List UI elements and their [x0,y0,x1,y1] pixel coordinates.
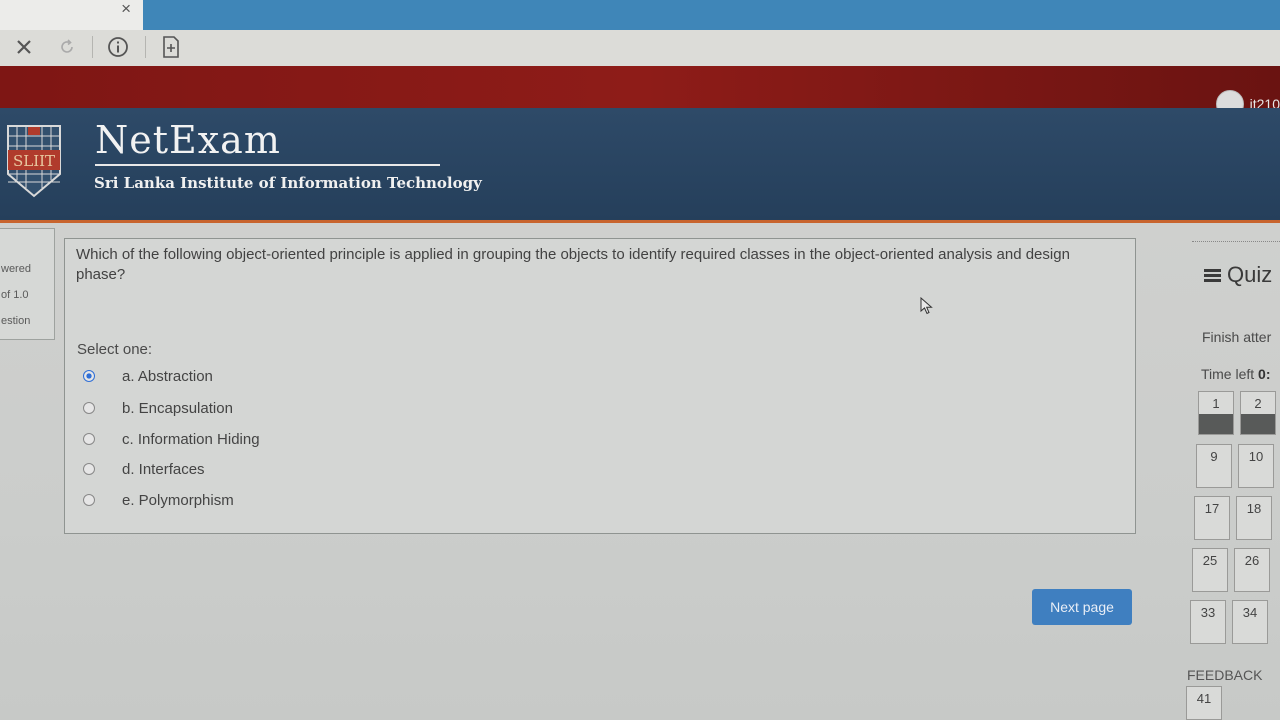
option-label[interactable]: c. Information Hiding [122,431,260,448]
select-prompt: Select one: [77,341,153,358]
radio-button[interactable] [83,494,95,506]
timer-label: Time left [1201,366,1255,382]
timer: Time left 0: [1201,366,1271,382]
quiz-nav-button[interactable]: 33 [1190,600,1226,644]
quiz-nav-button[interactable]: 2 [1240,391,1276,435]
answer-option[interactable]: b. Encapsulation [83,396,233,420]
brand-underline [95,164,440,166]
browser-tab[interactable]: × [0,0,143,30]
sliit-logo: SLIIT [7,125,61,198]
answer-option[interactable]: a. Abstraction [83,364,213,388]
new-tab-icon[interactable] [158,34,184,60]
answer-option[interactable]: d. Interfaces [83,457,205,481]
brand-title: NetExam [95,118,281,162]
option-label[interactable]: d. Interfaces [122,461,205,478]
quiz-nav-title: Quiz [1227,262,1273,287]
feedback-heading: FEEDBACK [1187,667,1263,683]
radio-button[interactable] [83,370,95,382]
cursor-icon [920,297,933,315]
menu-icon [1204,268,1221,282]
answer-option[interactable]: e. Polymorphism [83,488,234,512]
block-divider [1192,241,1280,242]
answer-option[interactable]: c. Information Hiding [83,427,260,451]
timer-value: 0: [1258,366,1271,382]
quiz-navigation-header: Quiz [1204,262,1272,288]
toolbar-divider [145,36,146,58]
close-icon[interactable] [12,34,36,60]
quiz-nav-button[interactable]: 17 [1194,496,1230,540]
institute-name: Sri Lanka Institute of Information Techn… [94,174,482,192]
info-flag[interactable]: estion [1,315,30,327]
option-label[interactable]: a. Abstraction [122,368,213,385]
next-page-button[interactable]: Next page [1032,589,1132,625]
toolbar-divider [92,36,93,58]
radio-button[interactable] [83,433,95,445]
quiz-nav-button[interactable]: 25 [1192,548,1228,592]
tab-strip: × [0,0,1280,30]
option-label[interactable]: b. Encapsulation [122,400,233,417]
top-red-bar [0,66,1280,108]
quiz-nav-button[interactable]: 10 [1238,444,1274,488]
question-info-panel: wered of 1.0 estion [0,228,55,340]
site-header: SLIIT NetExam Sri Lanka Institute of Inf… [0,108,1280,223]
browser-toolbar [0,30,1280,67]
radio-button[interactable] [83,402,95,414]
info-icon[interactable] [105,34,131,60]
info-status: wered [1,263,31,275]
option-label[interactable]: e. Polymorphism [122,492,234,509]
quiz-nav-button[interactable]: 9 [1196,444,1232,488]
question-text: Which of the following object-oriented p… [76,246,1070,283]
question-box: Which of the following object-oriented p… [64,238,1136,534]
logo-text: SLIIT [13,152,55,170]
radio-button[interactable] [83,463,95,475]
quiz-nav-button[interactable]: 41 [1186,686,1222,720]
quiz-nav-button[interactable]: 34 [1232,600,1268,644]
tab-close-icon[interactable]: × [121,0,131,18]
quiz-nav-button[interactable]: 26 [1234,548,1270,592]
finish-attempt-link[interactable]: Finish atter [1202,329,1271,345]
reload-icon[interactable] [56,34,78,60]
quiz-nav-button[interactable]: 18 [1236,496,1272,540]
quiz-nav-button[interactable]: 1 [1198,391,1234,435]
info-marks: of 1.0 [1,289,29,301]
